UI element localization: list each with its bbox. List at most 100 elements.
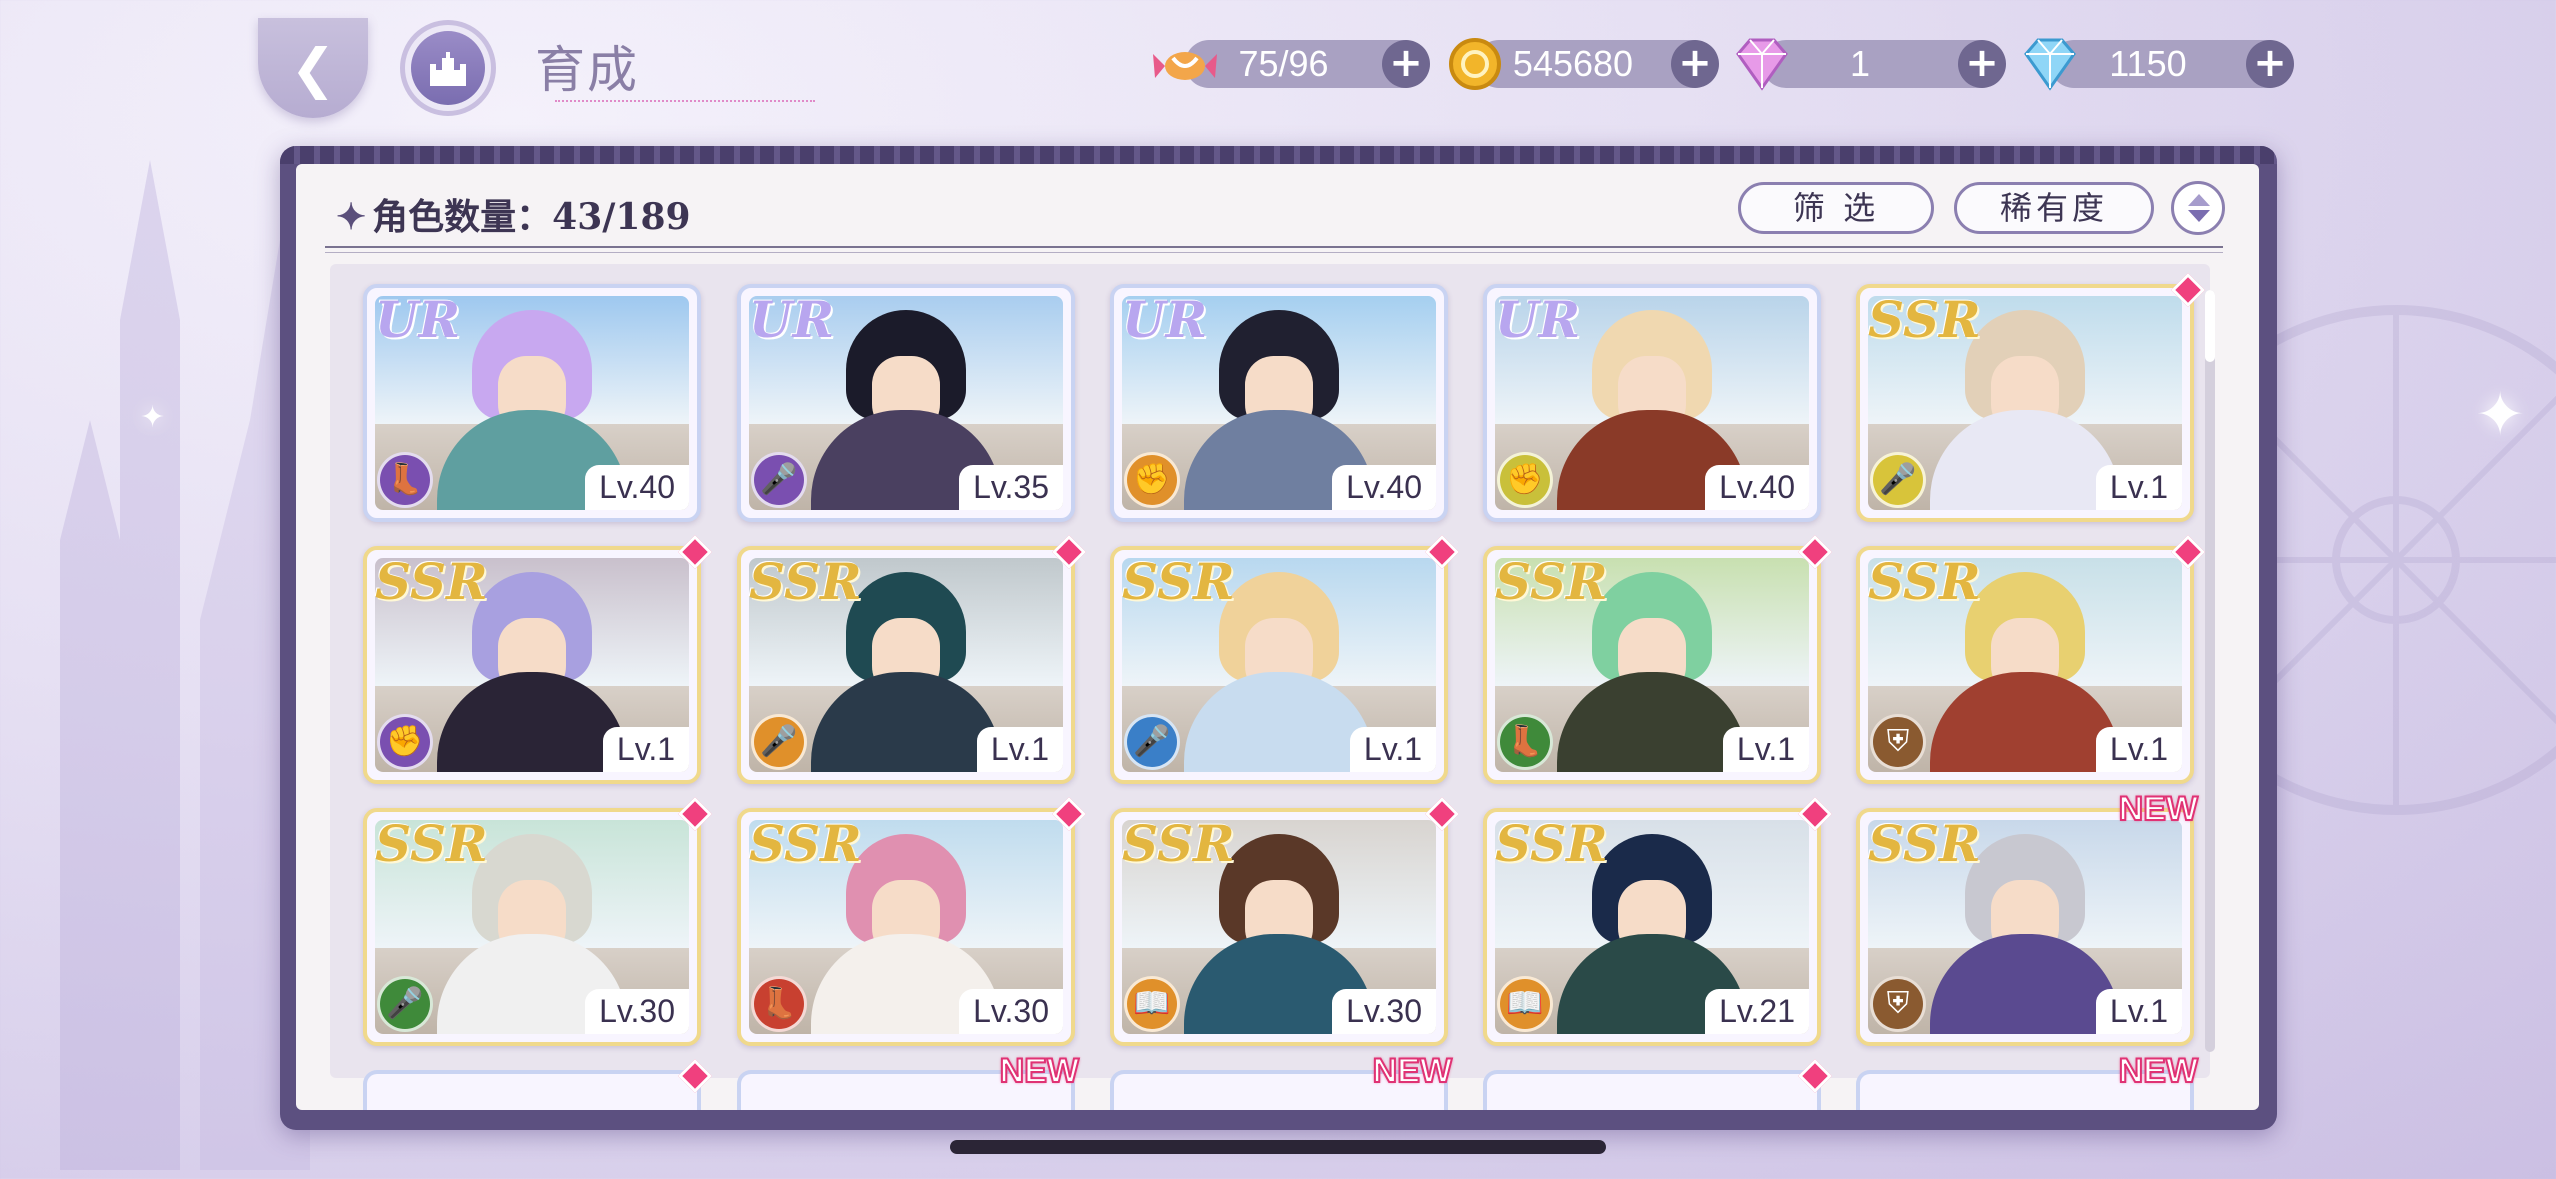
rarity-badge: SSR <box>1868 552 1981 611</box>
rarity-badge: SSR <box>1868 290 1981 349</box>
character-card[interactable]: UR ✊ Lv.40 <box>1483 284 1821 522</box>
rarity-badge: SSR <box>1122 552 1235 611</box>
fist-icon: ✊ <box>1497 452 1553 508</box>
add-stamina-button[interactable]: + <box>1382 40 1430 88</box>
character-card[interactable]: SSR 🎤 Lv.1 <box>1110 535 1459 784</box>
header-divider <box>325 246 2223 248</box>
back-arrow-icon: ❮ <box>290 36 336 100</box>
rarity-badge: SSR <box>1868 814 1981 873</box>
fist-icon: ✊ <box>1124 452 1180 508</box>
new-badge: NEW <box>999 1051 1080 1091</box>
boot-icon: 👢 <box>1497 714 1553 770</box>
character-card[interactable]: SSR ⛨ Lv.1 <box>1856 535 2205 784</box>
resource-stamina: 75/96 + <box>1153 40 1430 88</box>
level-label: Lv.35 <box>959 465 1063 510</box>
level-label: Lv.30 <box>585 989 689 1034</box>
level-label: Lv.30 <box>959 989 1063 1034</box>
rarity-badge: SSR <box>375 552 488 611</box>
shield-icon: ⛨ <box>1870 714 1926 770</box>
fist-icon: ✊ <box>377 714 433 770</box>
level-label: Lv.1 <box>602 727 689 772</box>
sort-down-icon <box>2188 210 2210 222</box>
character-card-partial[interactable] <box>363 1059 712 1110</box>
microphone-icon: 🎤 <box>751 452 807 508</box>
microphone-icon: 🎤 <box>751 714 807 770</box>
rarity-badge: UR <box>1122 290 1208 349</box>
microphone-icon: 🎤 <box>377 976 433 1032</box>
level-label: Lv.1 <box>2095 727 2182 772</box>
level-label: Lv.40 <box>1332 465 1436 510</box>
rarity-badge: SSR <box>749 814 862 873</box>
character-card[interactable]: UR 👢 Lv.40 <box>363 284 701 522</box>
character-count: ✦ 角色数量：43/189 <box>336 188 691 240</box>
title-decoration <box>555 82 815 102</box>
character-card-partial[interactable] <box>1483 1059 1832 1110</box>
resource-pink-gem: 1 + <box>1736 38 2006 91</box>
filter-button[interactable]: 筛 选 <box>1738 182 1934 234</box>
character-card[interactable]: UR 🎤 Lv.35 <box>737 284 1075 522</box>
new-badge: NEW <box>2118 789 2199 829</box>
rarity-badge: SSR <box>1122 814 1235 873</box>
character-card[interactable]: SSR 🎤 Lv.30 <box>363 797 712 1046</box>
character-card-partial[interactable]: NEW <box>1110 1051 1453 1110</box>
character-count-text: 角色数量：43/189 <box>372 196 691 238</box>
back-button[interactable]: ❮ <box>258 18 368 118</box>
character-card-partial[interactable]: NEW <box>1856 1051 2199 1110</box>
rarity-badge: UR <box>1495 290 1581 349</box>
level-label: Lv.21 <box>1705 989 1809 1034</box>
level-label: Lv.40 <box>585 465 689 510</box>
sort-up-icon <box>2188 194 2210 206</box>
gold-value: 545680 <box>1512 43 1634 84</box>
character-card[interactable]: SSR ✊ Lv.1 <box>363 535 712 784</box>
rarity-badge: UR <box>749 290 835 349</box>
pink-gem-value: 1 <box>1849 43 1871 84</box>
character-card[interactable]: SSR 👢 Lv.30 <box>737 797 1086 1046</box>
level-label: Lv.1 <box>1349 727 1436 772</box>
boot-icon: 👢 <box>751 976 807 1032</box>
sort-rarity-button[interactable]: 稀有度 <box>1954 182 2154 234</box>
level-label: Lv.40 <box>1705 465 1809 510</box>
header-divider <box>325 252 2223 253</box>
blue-gem-value: 1150 <box>2109 43 2187 84</box>
rarity-badge: SSR <box>1495 814 1608 873</box>
level-label: Lv.30 <box>1332 989 1436 1034</box>
rarity-badge: SSR <box>749 552 862 611</box>
shield-icon: ⛨ <box>1870 976 1926 1032</box>
book-icon: 📖 <box>1497 976 1553 1032</box>
add-blue-gem-button[interactable]: + <box>2246 40 2294 88</box>
sort-order-toggle[interactable] <box>2171 181 2225 235</box>
sparkle-icon: ✦ <box>2475 380 2526 450</box>
character-card[interactable]: SSR 📖 Lv.21 <box>1483 797 1832 1046</box>
stamina-value: 75/96 <box>1238 43 1329 84</box>
character-card[interactable]: SSR 📖 Lv.30 <box>1110 797 1459 1046</box>
new-badge: NEW <box>1372 1051 1453 1091</box>
level-label: Lv.1 <box>1722 727 1809 772</box>
level-label: Lv.1 <box>2095 465 2182 510</box>
home-button[interactable] <box>400 20 496 116</box>
rarity-badge: UR <box>375 290 461 349</box>
character-card-partial[interactable]: NEW <box>737 1051 1080 1110</box>
new-badge: NEW <box>2118 1051 2199 1091</box>
add-pink-gem-button[interactable]: + <box>1958 40 2006 88</box>
character-card[interactable]: SSR 🎤 Lv.1 <box>1856 273 2205 522</box>
home-indicator[interactable] <box>950 1140 1606 1154</box>
level-label: Lv.1 <box>976 727 1063 772</box>
sparkle-icon: ✦ <box>140 400 166 435</box>
grid-scrollbar[interactable] <box>2205 290 2215 1052</box>
microphone-icon: 🎤 <box>1870 452 1926 508</box>
character-card[interactable]: SSR 🎤 Lv.1 <box>737 535 1086 784</box>
sparkle-icon: ✦ <box>336 196 367 238</box>
resource-blue-gem: 1150 + <box>2024 38 2294 91</box>
rarity-badge: SSR <box>1495 552 1608 611</box>
add-gold-button[interactable]: + <box>1671 40 1719 88</box>
character-card[interactable]: UR ✊ Lv.40 <box>1110 284 1448 522</box>
book-icon: 📖 <box>1124 976 1180 1032</box>
boot-icon: 👢 <box>377 452 433 508</box>
scrollbar-thumb[interactable] <box>2205 290 2215 362</box>
microphone-icon: 🎤 <box>1124 714 1180 770</box>
resource-gold: 545680 + <box>1449 38 1719 90</box>
rarity-badge: SSR <box>375 814 488 873</box>
level-label: Lv.1 <box>2095 989 2182 1034</box>
character-card[interactable]: SSR 👢 Lv.1 <box>1483 535 1832 784</box>
character-card[interactable]: SSR ⛨ Lv.1 NEW <box>1856 789 2199 1046</box>
